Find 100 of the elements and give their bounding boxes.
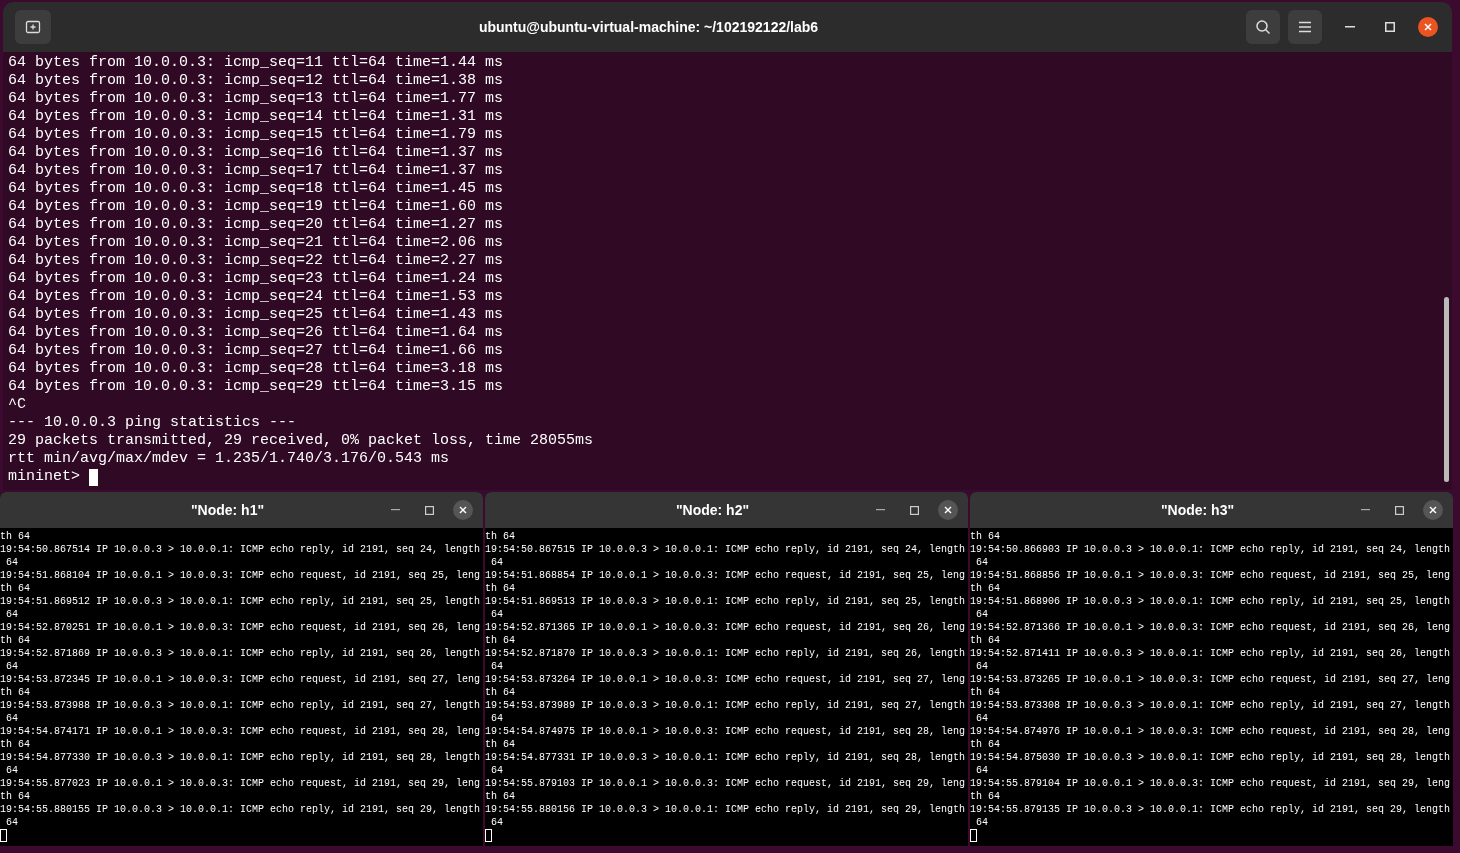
- terminal-line: 64 bytes from 10.0.0.3: icmp_seq=26 ttl=64 time=1.64 ms: [8, 324, 504, 342]
- terminal-line: 19:54:55.879135 IP 10.0.0.3 > 10.0.0.1: ICMP echo reply, id 2191, seq 29, length: [970, 803, 1451, 816]
- terminal-line: th 64: [485, 738, 515, 751]
- terminal-line: 64 bytes from 10.0.0.3: icmp_seq=27 ttl=64 time=1.66 ms: [8, 342, 504, 360]
- cursor: [0, 829, 7, 842]
- terminal-line: 64: [975, 816, 988, 829]
- terminal-line: 64 bytes from 10.0.0.3: icmp_seq=18 ttl=64 time=1.45 ms: [8, 180, 504, 198]
- prompt: mininet>: [8, 468, 80, 486]
- window-title: "Node: h2": [675, 500, 750, 520]
- terminal-line: 64 bytes from 10.0.0.3: icmp_seq=21 ttl=64 time=2.06 ms: [8, 234, 504, 252]
- window-title: "Node: h1": [190, 500, 265, 520]
- terminal-line: 19:54:54.874976 IP 10.0.0.1 > 10.0.0.3: ICMP echo request, id 2191, seq 28, leng: [970, 725, 1451, 738]
- maximize-icon: [1385, 22, 1395, 32]
- terminal-line: 19:54:54.877330 IP 10.0.0.3 > 10.0.0.1: ICMP echo reply, id 2191, seq 28, length: [0, 751, 481, 764]
- terminal-line: 19:54:54.875030 IP 10.0.0.3 > 10.0.0.1: ICMP echo reply, id 2191, seq 28, length: [970, 751, 1451, 764]
- terminal-line: th 64: [0, 634, 30, 647]
- menu-icon: [1298, 21, 1312, 33]
- search-button[interactable]: [1246, 10, 1280, 44]
- minimize-icon: [390, 509, 400, 511]
- terminal-line: 64 bytes from 10.0.0.3: icmp_seq=19 ttl=64 time=1.60 ms: [8, 198, 504, 216]
- terminal-line: th 64: [485, 530, 515, 543]
- close-icon: [1424, 23, 1432, 31]
- terminal-line: 19:54:50.867514 IP 10.0.0.3 > 10.0.0.1: ICMP echo reply, id 2191, seq 24, length: [0, 543, 481, 556]
- cursor: [970, 829, 977, 842]
- terminal-line: 19:54:52.871869 IP 10.0.0.3 > 10.0.0.1: ICMP echo reply, id 2191, seq 26, length: [0, 647, 481, 660]
- terminal-line: 64 bytes from 10.0.0.3: icmp_seq=28 ttl=64 time=3.18 ms: [8, 360, 504, 378]
- terminal-line: 64 bytes from 10.0.0.3: icmp_seq=22 ttl=64 time=2.27 ms: [8, 252, 504, 270]
- terminal-line: 19:54:54.877331 IP 10.0.0.3 > 10.0.0.1: ICMP echo reply, id 2191, seq 28, length: [485, 751, 966, 764]
- minimize-icon: [1345, 26, 1355, 28]
- terminal-line: 19:54:53.873264 IP 10.0.0.1 > 10.0.0.3: ICMP echo request, id 2191, seq 27, leng: [485, 673, 966, 686]
- close-button[interactable]: [938, 500, 958, 520]
- terminal-line: th 64: [485, 634, 515, 647]
- scrollbar[interactable]: [1444, 297, 1449, 482]
- terminal-line: th 64: [970, 582, 1000, 595]
- terminal-line: th 64: [0, 530, 30, 543]
- terminal-line: 64 bytes from 10.0.0.3: icmp_seq=15 ttl=64 time=1.79 ms: [8, 126, 504, 144]
- terminal-line: th 64: [0, 582, 30, 595]
- maximize-icon: [424, 505, 434, 515]
- terminal-line: 19:54:53.873988 IP 10.0.0.3 > 10.0.0.1: ICMP echo reply, id 2191, seq 27, length: [0, 699, 481, 712]
- terminal-line: 64 bytes from 10.0.0.3: icmp_seq=12 ttl=64 time=1.38 ms: [8, 72, 504, 90]
- terminal-line: 64: [5, 712, 18, 725]
- terminal-line: 19:54:52.871411 IP 10.0.0.3 > 10.0.0.1: ICMP echo reply, id 2191, seq 26, length: [970, 647, 1451, 660]
- terminal-line: --- 10.0.0.3 ping statistics ---: [8, 414, 297, 432]
- terminal-line: th 64: [970, 738, 1000, 751]
- terminal-line: 64 bytes from 10.0.0.3: icmp_seq=17 ttl=64 time=1.37 ms: [8, 162, 504, 180]
- terminal-line: 19:54:51.868856 IP 10.0.0.1 > 10.0.0.3: ICMP echo request, id 2191, seq 25, leng: [970, 569, 1451, 582]
- terminal-line: 19:54:54.874171 IP 10.0.0.1 > 10.0.0.3: ICMP echo request, id 2191, seq 28, leng: [0, 725, 481, 738]
- menu-button[interactable]: [1288, 10, 1322, 44]
- terminal-line: th 64: [970, 686, 1000, 699]
- terminal-line: 19:54:51.868104 IP 10.0.0.1 > 10.0.0.3: ICMP echo request, id 2191, seq 25, leng: [0, 569, 481, 582]
- terminal-line: 64: [975, 660, 988, 673]
- terminal-line: 64: [5, 764, 18, 777]
- close-icon: [944, 506, 952, 514]
- terminal-line: 64: [975, 556, 988, 569]
- search-icon: [1255, 19, 1271, 35]
- terminal-line: 64: [5, 816, 18, 829]
- terminal-line: th 64: [0, 790, 30, 803]
- terminal-line: 64 bytes from 10.0.0.3: icmp_seq=20 ttl=64 time=1.27 ms: [8, 216, 504, 234]
- terminal-line: 19:54:52.871365 IP 10.0.0.1 > 10.0.0.3: ICMP echo request, id 2191, seq 26, leng: [485, 621, 966, 634]
- terminal-line: 64 bytes from 10.0.0.3: icmp_seq=14 ttl=64 time=1.31 ms: [8, 108, 504, 126]
- terminal-line: 64: [975, 608, 988, 621]
- close-button[interactable]: [453, 500, 473, 520]
- minimize-icon: [875, 509, 885, 511]
- terminal-line: 64: [975, 712, 988, 725]
- terminal-line: 64 bytes from 10.0.0.3: icmp_seq=24 ttl=64 time=1.53 ms: [8, 288, 504, 306]
- close-button[interactable]: [1423, 500, 1443, 520]
- terminal-line: 19:54:50.867515 IP 10.0.0.3 > 10.0.0.1: ICMP echo reply, id 2191, seq 24, length: [485, 543, 966, 556]
- terminal-line: th 64: [970, 790, 1000, 803]
- terminal-line: 64: [490, 608, 503, 621]
- terminal-line: th 64: [970, 530, 1000, 543]
- terminal-line: 64: [5, 556, 18, 569]
- terminal-line: 19:54:53.873989 IP 10.0.0.3 > 10.0.0.1: ICMP echo reply, id 2191, seq 27, length: [485, 699, 966, 712]
- terminal-line: 19:54:55.879103 IP 10.0.0.1 > 10.0.0.3: ICMP echo request, id 2191, seq 29, leng: [485, 777, 966, 790]
- terminal-line: 64: [975, 764, 988, 777]
- terminal-line: 64 bytes from 10.0.0.3: icmp_seq=25 ttl=64 time=1.43 ms: [8, 306, 504, 324]
- terminal-line: ^C: [8, 396, 26, 414]
- terminal-line: 19:54:51.869512 IP 10.0.0.3 > 10.0.0.1: ICMP echo reply, id 2191, seq 25, length: [0, 595, 481, 608]
- terminal-line: 19:54:51.868854 IP 10.0.0.1 > 10.0.0.3: ICMP echo request, id 2191, seq 25, leng: [485, 569, 966, 582]
- terminal-line: th 64: [485, 582, 515, 595]
- close-icon: [459, 506, 467, 514]
- new-tab-icon: [25, 19, 41, 35]
- terminal-line: 64 bytes from 10.0.0.3: icmp_seq=13 ttl=64 time=1.77 ms: [8, 90, 504, 108]
- terminal-line: 64: [5, 608, 18, 621]
- window-title: ubuntu@ubuntu-virtual-machine: ~/102192122/lab6: [478, 17, 819, 37]
- terminal-line: 19:54:53.873308 IP 10.0.0.3 > 10.0.0.1: ICMP echo reply, id 2191, seq 27, length: [970, 699, 1451, 712]
- terminal-line: 19:54:53.872345 IP 10.0.0.1 > 10.0.0.3: ICMP echo request, id 2191, seq 27, leng: [0, 673, 481, 686]
- maximize-icon: [909, 505, 919, 515]
- close-button[interactable]: [1418, 17, 1438, 37]
- terminal-line: th 64: [485, 790, 515, 803]
- terminal-line: 19:54:55.879104 IP 10.0.0.1 > 10.0.0.3: ICMP echo request, id 2191, seq 29, leng: [970, 777, 1451, 790]
- terminal-line: th 64: [485, 686, 515, 699]
- cursor: [89, 468, 98, 486]
- window-title: "Node: h3": [1160, 500, 1235, 520]
- terminal-line: 64: [490, 712, 503, 725]
- terminal-line: 64: [490, 660, 503, 673]
- terminal-line: 19:54:55.877023 IP 10.0.0.1 > 10.0.0.3: ICMP echo request, id 2191, seq 29, leng: [0, 777, 481, 790]
- terminal-line: 19:54:51.868906 IP 10.0.0.3 > 10.0.0.1: ICMP echo reply, id 2191, seq 25, length: [970, 595, 1451, 608]
- new-tab-button[interactable]: [15, 10, 51, 44]
- terminal-line: 64: [490, 556, 503, 569]
- terminal-line: 19:54:53.873265 IP 10.0.0.1 > 10.0.0.3: ICMP echo request, id 2191, seq 27, leng: [970, 673, 1451, 686]
